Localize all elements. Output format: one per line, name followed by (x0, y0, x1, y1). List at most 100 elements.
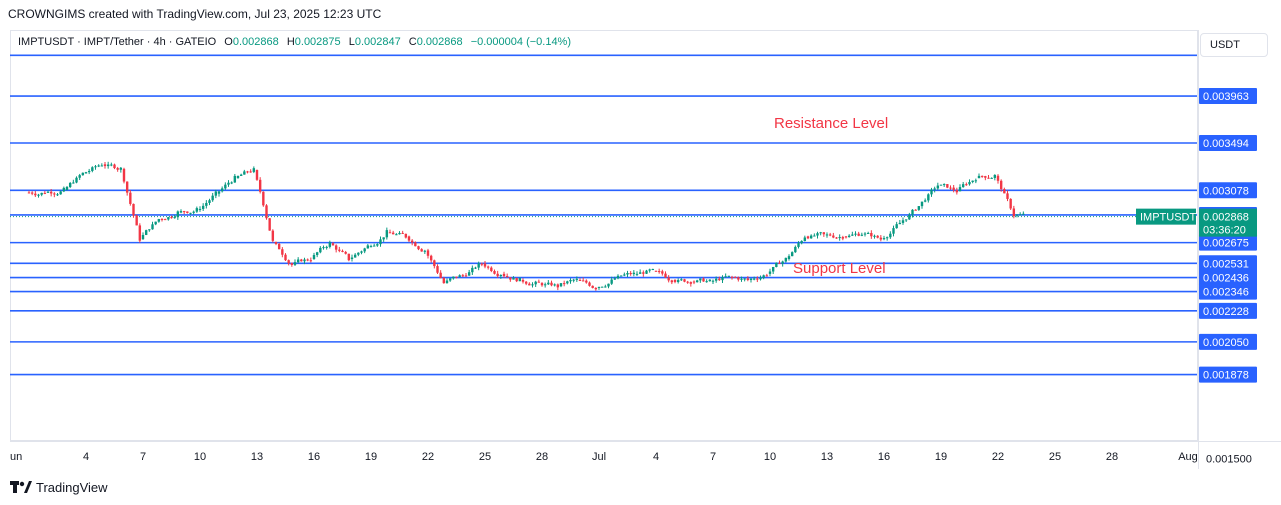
candle-body (870, 232, 873, 237)
candle-body (740, 278, 743, 280)
candle-body (486, 266, 490, 268)
price-tag-label: 0.002346 (1203, 287, 1249, 299)
candle-body (404, 233, 408, 238)
candle-body (379, 239, 382, 245)
candle-body (461, 275, 465, 277)
candle-body (993, 174, 997, 178)
candle-body (933, 188, 936, 190)
currency-selector[interactable]: USDT (1200, 33, 1268, 57)
candle-body (448, 278, 452, 281)
candle-body (866, 232, 870, 234)
candle-body (518, 277, 522, 282)
candle-body (37, 194, 40, 196)
candle-body (97, 165, 100, 167)
time-tick-label: 22 (992, 451, 1004, 463)
tradingview-logo[interactable]: TradingView (10, 480, 108, 495)
candle-body (59, 191, 62, 195)
candle-body (825, 234, 829, 236)
price-tag-label: 0.002436 (1203, 273, 1249, 285)
candle-body (426, 250, 430, 256)
time-tick-label: 19 (935, 451, 947, 463)
resistance-annotation: Resistance Level (774, 115, 888, 132)
candle-body (195, 208, 199, 212)
candle-body (224, 184, 227, 189)
candle-body (1006, 193, 1009, 199)
candle-body (151, 224, 154, 230)
open-label: O (224, 36, 233, 48)
candle-body (322, 247, 325, 249)
candle-body (759, 277, 762, 280)
candle-body (452, 276, 455, 279)
candle-body (718, 278, 721, 281)
candle-body (49, 191, 53, 194)
symbol-tag-label: IMPTUSDT (1140, 212, 1197, 224)
candle-body (559, 283, 563, 287)
candle-body (125, 181, 129, 193)
candle-body (730, 276, 734, 278)
candle-body (987, 177, 990, 179)
candle-body (1022, 213, 1025, 215)
candle-body (604, 286, 607, 288)
low-value: 0.002847 (354, 36, 401, 48)
candle-body (334, 245, 338, 250)
candle-body (1003, 189, 1006, 194)
candle-body (312, 255, 316, 260)
candle-body (439, 272, 442, 279)
candle-body (274, 241, 278, 244)
candle-body (692, 281, 696, 283)
candle-body (961, 184, 965, 188)
time-tick-label: 10 (764, 451, 776, 463)
candle-body (94, 166, 97, 168)
candle-body (794, 246, 797, 253)
candle-body (531, 284, 534, 286)
candle-body (676, 280, 680, 282)
candle-body (360, 251, 363, 253)
candle-body (198, 208, 202, 210)
candle-body (787, 256, 791, 260)
candle-body (949, 187, 952, 189)
candle-body (423, 250, 427, 252)
candle-body (803, 237, 807, 241)
candle-body (46, 191, 50, 193)
candle-body (129, 192, 132, 204)
candle-body (344, 251, 347, 254)
price-tag-label: 0.003494 (1203, 138, 1249, 150)
candle-body (828, 234, 832, 236)
candle-body (626, 273, 629, 275)
candle-body (325, 246, 328, 248)
candle-body (876, 235, 879, 238)
candle-body (262, 191, 265, 206)
candle-body (619, 275, 623, 277)
candle-body (227, 182, 230, 185)
candle-body (208, 200, 211, 203)
candle-body (214, 191, 218, 196)
candle-body (265, 205, 268, 219)
candle-body (300, 259, 303, 262)
candle-body (353, 254, 357, 258)
candle-body (53, 193, 56, 195)
candle-body (420, 249, 423, 252)
candle-body (990, 177, 993, 179)
price-chart[interactable]: 0.0039630.0034940.0030780.0028810.002675… (0, 0, 1281, 470)
candle-body (363, 248, 366, 252)
candle-body (768, 271, 772, 274)
candle-body (455, 276, 458, 278)
candle-body (547, 282, 550, 285)
candle-body (562, 283, 566, 285)
candle-body (319, 247, 322, 253)
candle-body (91, 167, 94, 171)
candle-body (81, 172, 85, 176)
candle-body (502, 273, 506, 277)
candle-body (664, 273, 667, 278)
candle-body (778, 262, 781, 264)
candle-body (201, 205, 205, 209)
candle-body (613, 278, 617, 280)
candle-body (860, 234, 864, 236)
candle-body (116, 168, 119, 170)
candle-body (816, 233, 819, 236)
time-tick-label: 16 (308, 451, 320, 463)
candle-body (540, 283, 544, 286)
candle-body (68, 183, 72, 188)
candle-body (581, 280, 585, 282)
candle-body (480, 263, 484, 265)
